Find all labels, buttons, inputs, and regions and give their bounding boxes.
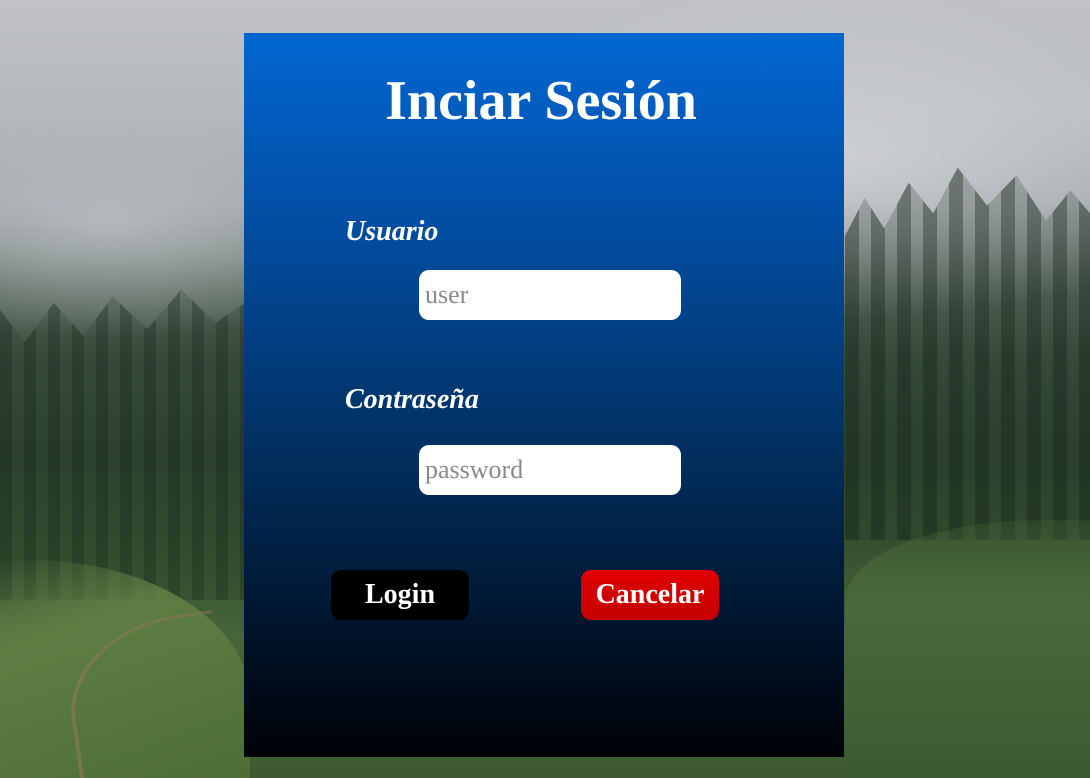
username-label: Usuario [345, 216, 439, 247]
login-screen: { "login": { "title": "Inciar Sesión", "… [0, 0, 1090, 778]
background-forest-left [0, 289, 245, 600]
title-container: Inciar Sesión [244, 66, 844, 136]
password-input[interactable] [419, 445, 681, 495]
background-forest-right [845, 167, 1090, 540]
password-label: Contraseña [345, 384, 479, 415]
page-title: Inciar Sesión [385, 70, 697, 132]
login-panel: Inciar Sesión Usuario Contraseña Login C… [244, 33, 844, 757]
cancel-button[interactable]: Cancelar [581, 570, 719, 620]
username-input[interactable] [419, 270, 681, 320]
login-button[interactable]: Login [331, 570, 469, 620]
background-hill-right [845, 520, 1090, 778]
